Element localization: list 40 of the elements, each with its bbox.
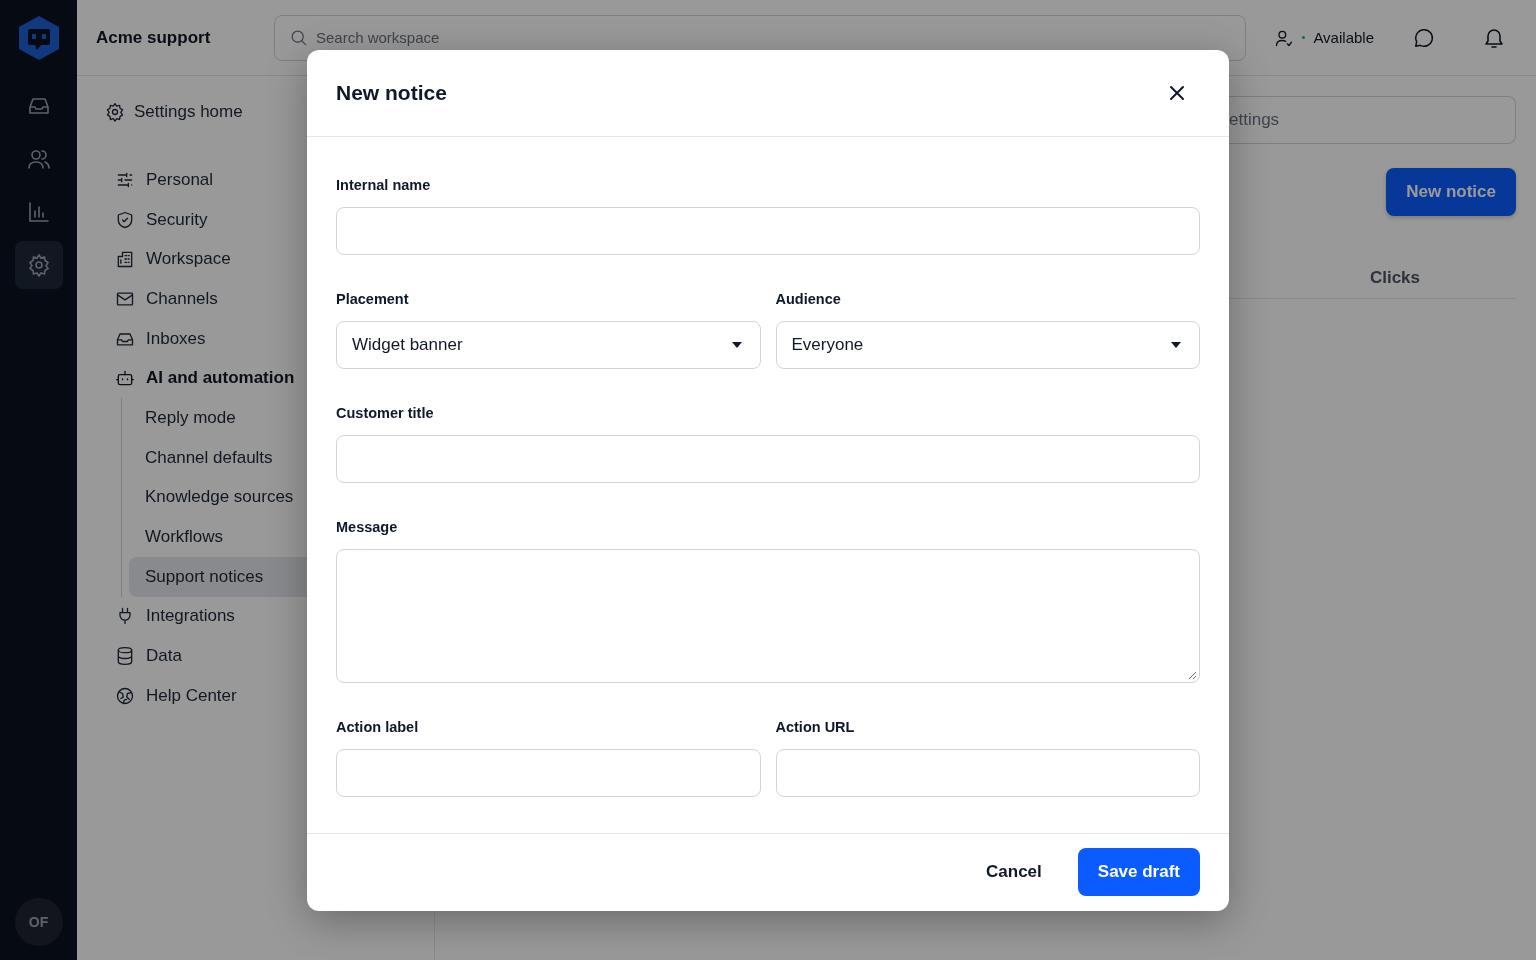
field-label: Internal name	[336, 176, 432, 193]
status-label[interactable]: Available	[1313, 29, 1374, 46]
resize-grip-icon[interactable]	[1188, 670, 1197, 680]
field-label: Placement	[336, 290, 410, 307]
database-icon	[115, 646, 135, 667]
field-label: Action URL	[775, 718, 856, 735]
field-label: Customer title	[336, 404, 435, 421]
field-label: Message	[336, 518, 399, 535]
nav-item[interactable]: Data	[105, 636, 434, 676]
column-header: Clicks	[1369, 268, 1420, 288]
text-field[interactable]	[336, 206, 1200, 255]
new-notice-button[interactable]: New notice	[1386, 168, 1516, 216]
select-field[interactable]: Everyone	[775, 320, 1200, 369]
text-field[interactable]	[775, 748, 1200, 797]
caret-icon	[1171, 341, 1181, 348]
workspace-name: Acme support	[96, 27, 212, 48]
text-field[interactable]	[336, 748, 761, 797]
building-icon	[115, 249, 135, 270]
save-button[interactable]: Save draft	[1077, 848, 1200, 896]
message-field[interactable]	[336, 548, 1200, 683]
search-icon	[289, 28, 308, 47]
nav-item[interactable]: Help Center	[105, 675, 434, 716]
bar-chart-icon[interactable]	[26, 200, 51, 224]
settings-icon	[105, 102, 125, 122]
settings-icon[interactable]	[26, 253, 51, 277]
shield-icon	[115, 209, 135, 230]
dialog-title: New notice	[336, 80, 447, 105]
caret-icon	[731, 341, 742, 348]
nav-item[interactable]: Integrations	[105, 596, 434, 637]
status-dot-icon	[1302, 36, 1306, 39]
text-field[interactable]	[336, 434, 1200, 483]
field-label: Action label	[336, 718, 420, 735]
nav-item[interactable]: Security	[105, 199, 434, 240]
settings-search-field[interactable]: ettings	[1229, 96, 1516, 144]
chat-bubble-icon	[1413, 26, 1435, 49]
select-field[interactable]: Widget banner	[336, 320, 761, 369]
users-icon[interactable]	[26, 147, 51, 171]
settings-home-link[interactable]: Settings home	[105, 102, 434, 122]
field-label: Audience	[775, 290, 842, 307]
nav-item[interactable]: Workspace	[105, 239, 434, 280]
